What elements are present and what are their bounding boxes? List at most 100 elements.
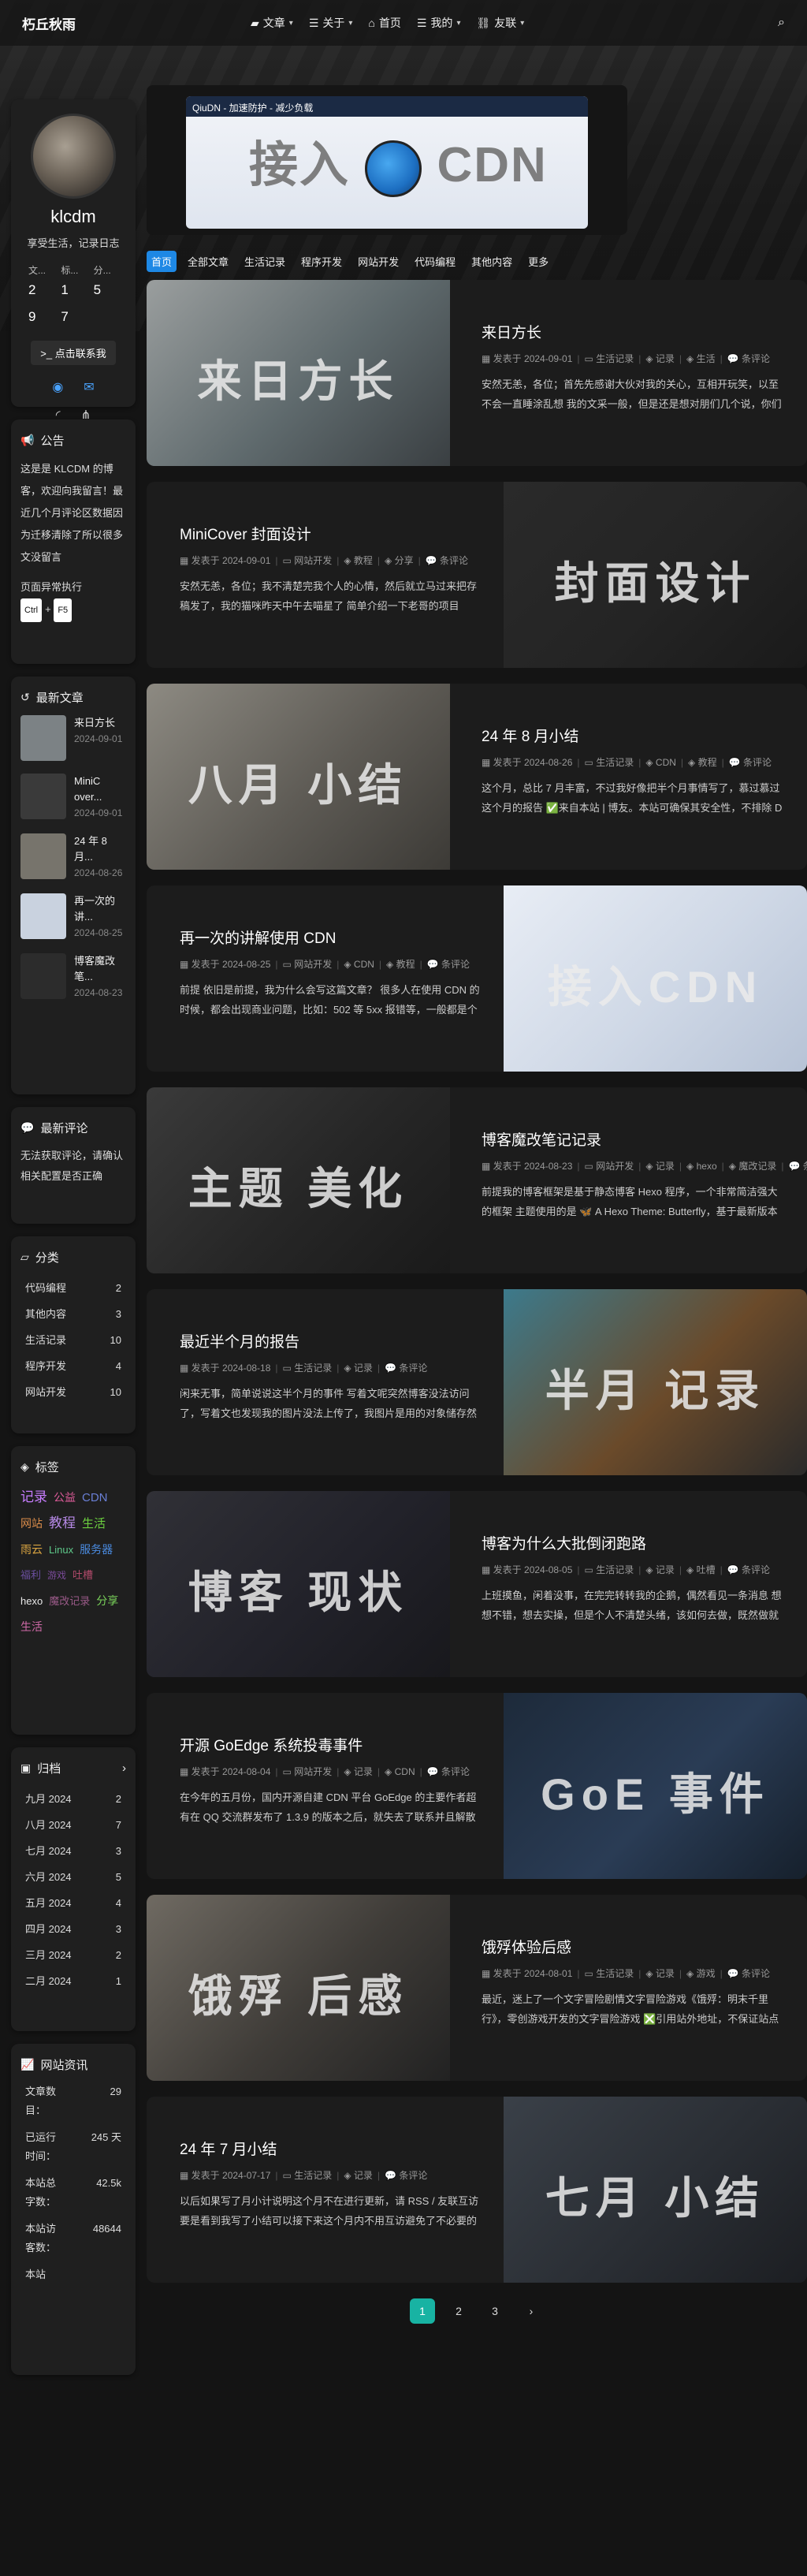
recent-post-item[interactable]: 博客魔改笔... 2024-08-23 [20,953,126,1001]
tag-link[interactable]: 分享 [96,1594,118,1607]
recent-post-item[interactable]: 来日方长 2024-09-01 [20,715,126,761]
tab-4[interactable]: 网站开发 [353,251,404,272]
recent-post-thumbnail[interactable] [20,893,66,939]
category-item[interactable]: 生活记录 10 [20,1327,126,1353]
post-tag[interactable]: 游戏 [697,1968,716,1979]
tag-link[interactable]: Linux [49,1544,73,1556]
post-card[interactable]: 再一次的讲解使用 CDN ▦ 发表于 2024-08-25 | ▭ 网站开发 | ◈ CD… [147,885,807,1072]
nav-item-2[interactable]: ⌂ 首页 [368,15,400,31]
post-comments[interactable]: 条评论 [803,1161,807,1172]
post-tag[interactable]: 分享 [395,555,414,566]
archive-item[interactable]: 六月 2024 5 [20,1864,126,1890]
site-brand[interactable]: 朽丘秋雨 [22,13,251,33]
stat-value-categories[interactable]: 5 [94,282,126,309]
tab-6[interactable]: 其他内容 [467,251,517,272]
post-card[interactable]: 24 年 7 月小结 ▦ 发表于 2024-07-17 | ▭ 生活记录 | ◈ 记录 | 💬… [147,2097,807,2283]
post-tag[interactable]: 记录 [656,1968,675,1979]
post-title[interactable]: 再一次的讲解使用 CDN [180,926,480,948]
post-tag[interactable]: CDN [395,1766,415,1777]
tab-3[interactable]: 程序开发 [296,251,347,272]
post-card[interactable]: 博客 现状 博客为什么大批倒闭跑路 ▦ 发表于 2024-08-05 | ▭ 生活记录 |… [147,1491,807,1677]
nav-item-4[interactable]: ⛓ 友联 ▾ [476,15,524,31]
post-card[interactable]: MiniCover 封面设计 ▦ 发表于 2024-09-01 | ▭ 网站开发 | ◈ … [147,482,807,668]
post-tag[interactable]: 记录 [656,353,675,364]
post-comments[interactable]: 条评论 [742,1564,770,1575]
post-tag[interactable]: CDN [354,959,374,970]
post-title[interactable]: 博客魔改笔记记录 [482,1128,783,1150]
archive-item[interactable]: 九月 2024 2 [20,1786,126,1812]
tag-link[interactable]: 生活 [20,1620,43,1633]
post-comments[interactable]: 条评论 [440,555,468,566]
category-item[interactable]: 网站开发 10 [20,1379,126,1405]
tag-link[interactable]: 教程 [49,1515,76,1530]
tag-link[interactable]: 福利 [20,1569,41,1581]
tag-link[interactable]: 魔改记录 [49,1595,90,1607]
post-comments[interactable]: 条评论 [743,757,772,768]
tab-0[interactable]: 首页 [147,251,177,272]
tag-link[interactable]: 雨云 [20,1543,43,1556]
archive-item[interactable]: 五月 2024 4 [20,1890,126,1916]
post-tag[interactable]: 记录 [354,2170,373,2181]
search-icon[interactable]: ⌕ [778,16,785,30]
post-title[interactable]: MiniCover 封面设计 [180,523,480,544]
post-card[interactable]: 开源 GoEdge 系统投毒事件 ▦ 发表于 2024-08-04 | ▭ 网站开发 |… [147,1693,807,1879]
post-category[interactable]: 生活记录 [596,757,634,768]
tag-link[interactable]: 服务器 [80,1543,113,1556]
post-category[interactable]: 网站开发 [596,1161,634,1172]
tag-link[interactable]: CDN [82,1491,108,1504]
tag-link[interactable]: 吐槽 [73,1569,93,1581]
tag-link[interactable]: 记录 [20,1489,47,1504]
post-title[interactable]: 24 年 7 月小结 [180,2138,480,2159]
archive-item[interactable]: 二月 2024 1 [20,1968,126,1994]
github-icon[interactable]: ◉ [52,379,63,395]
archive-item[interactable]: 三月 2024 2 [20,1942,126,1968]
post-card[interactable]: 主题 美化 博客魔改笔记记录 ▦ 发表于 2024-08-23 | ▭ 网站开发 | ◈ 记… [147,1087,807,1273]
recent-post-thumbnail[interactable] [20,833,66,879]
post-title[interactable]: 来日方长 [482,321,783,342]
tab-1[interactable]: 全部文章 [183,251,233,272]
post-cover[interactable]: 封面设计 [504,482,807,668]
recent-post-item[interactable]: 再一次的讲... 2024-08-25 [20,893,126,941]
tag-link[interactable]: 公益 [54,1491,76,1504]
post-cover[interactable]: 八月 小结 [147,684,450,870]
post-tag[interactable]: 记录 [354,1363,373,1374]
post-cover[interactable]: 接入CDN [504,885,807,1072]
archive-item[interactable]: 七月 2024 3 [20,1838,126,1864]
post-comments[interactable]: 条评论 [742,353,770,364]
post-category[interactable]: 生活记录 [596,353,634,364]
avatar[interactable] [31,114,116,199]
email-icon[interactable]: ✉ [84,379,94,395]
recent-post-title[interactable]: 24 年 8 月... [74,833,126,865]
post-category[interactable]: 生活记录 [294,2170,332,2181]
post-cover[interactable]: 七月 小结 [504,2097,807,2283]
post-tag[interactable]: CDN [656,757,676,768]
tab-2[interactable]: 生活记录 [240,251,290,272]
post-cover[interactable]: 博客 现状 [147,1491,450,1677]
post-tag[interactable]: 生活 [697,353,716,364]
category-item[interactable]: 程序开发 4 [20,1353,126,1379]
post-tag[interactable]: 教程 [354,555,373,566]
post-cover[interactable]: 来日方长 [147,280,450,466]
post-category[interactable]: 生活记录 [596,1968,634,1979]
page-button-3[interactable]: 3 [482,2298,508,2324]
recent-post-thumbnail[interactable] [20,715,66,761]
post-tag[interactable]: 吐槽 [697,1564,716,1575]
post-comments[interactable]: 条评论 [399,1363,427,1374]
recent-post-thumbnail[interactable] [20,953,66,999]
post-card[interactable]: 最近半个月的报告 ▦ 发表于 2024-08-18 | ▭ 生活记录 | ◈ 记录 | 💬 条… [147,1289,807,1475]
post-comments[interactable]: 条评论 [441,1766,470,1777]
post-comments[interactable]: 条评论 [441,959,470,970]
tag-link[interactable]: 网站 [20,1517,43,1530]
page-button-2[interactable]: 2 [446,2298,471,2324]
nav-item-0[interactable]: ▰ 文章 ▾ [251,15,293,31]
post-comments[interactable]: 条评论 [399,2170,427,2181]
post-title[interactable]: 开源 GoEdge 系统投毒事件 [180,1734,480,1755]
tag-link[interactable]: hexo [20,1595,43,1607]
recent-post-title[interactable]: MiniC over... [74,774,126,805]
archive-item[interactable]: 四月 2024 3 [20,1916,126,1942]
post-cover[interactable]: 主题 美化 [147,1087,450,1273]
post-title[interactable]: 24 年 8 月小结 [482,725,783,746]
rss-icon[interactable]: ◜ [56,408,61,422]
post-cover[interactable]: 饿殍 后感 [147,1895,450,2081]
recent-post-title[interactable]: 博客魔改笔... [74,953,126,985]
